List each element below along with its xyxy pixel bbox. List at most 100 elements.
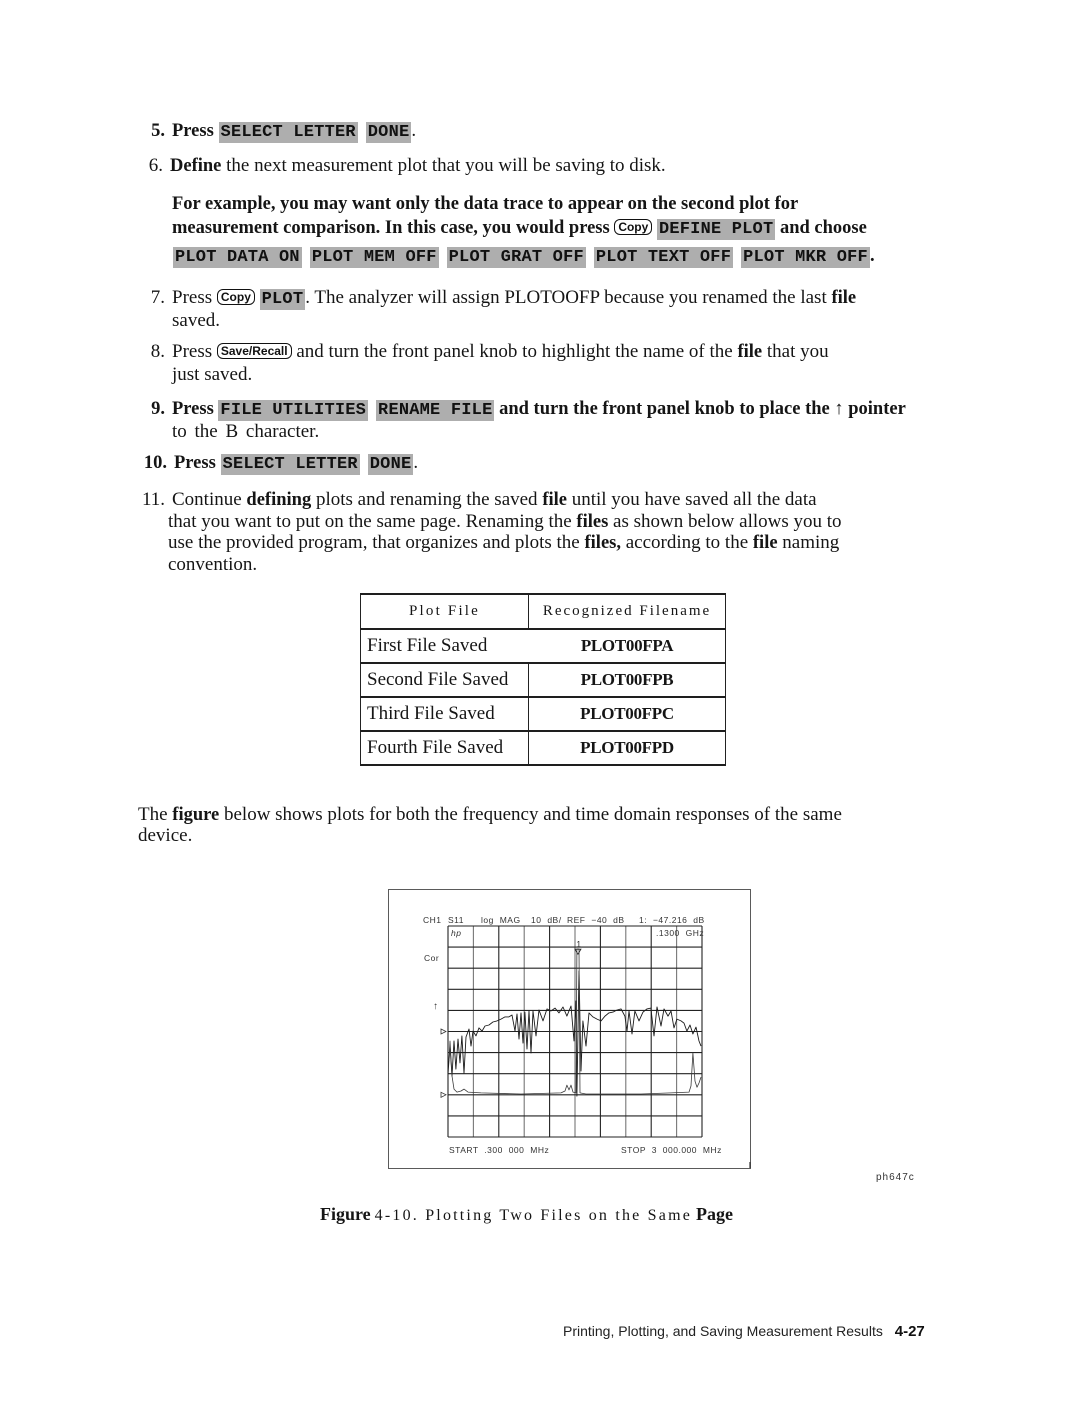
channel-label: CH1: [423, 915, 442, 925]
step-text: Press: [172, 399, 214, 419]
filename-cell: PLOT00FPA: [528, 630, 726, 662]
caption-bold-end: Page: [696, 1204, 733, 1224]
softkey-plot-text-off: PLOT TEXT OFF: [593, 247, 734, 268]
step-9-line-2: to the B character.: [172, 420, 319, 444]
step-text: Press: [172, 121, 214, 141]
step-5: 5. Press SELECT LETTER DONE.: [151, 119, 416, 143]
bold-word: file: [752, 533, 778, 553]
reference-marker-icon: [440, 1091, 447, 1098]
page-number: 4-27: [894, 1323, 925, 1340]
filename-cell: PLOT00FPB: [528, 664, 726, 696]
step-number: 7.: [150, 287, 165, 308]
parameter-label: S11: [448, 915, 464, 925]
reference-label: REF −40 dB: [567, 915, 625, 925]
caption-label: Figure: [320, 1204, 371, 1224]
step-number: 6.: [148, 155, 163, 176]
softkey-plot-data-on: PLOT DATA ON: [173, 247, 302, 268]
step-text: until you have saved all the data: [571, 489, 817, 510]
step-6-example-line-1: For example, you may want only the data …: [172, 192, 798, 216]
column-header-plot-file: Plot File: [360, 595, 528, 628]
bold-word: defining: [246, 490, 312, 510]
intro-text: below shows plots for both the frequency…: [223, 804, 842, 825]
bold-word: file: [542, 490, 567, 510]
bold-word-file: file: [831, 288, 857, 308]
step-text: and turn the front panel knob to highlig…: [296, 341, 733, 362]
format-label: log MAG: [481, 915, 521, 925]
table-row: Second File Saved PLOT00FPB: [360, 664, 726, 698]
step-11: 11. Continue defining plots and renaming…: [142, 488, 817, 512]
scale-label: 10 dB/: [531, 915, 562, 925]
step-6: 6. Define the next measurement plot that…: [149, 154, 666, 178]
marker-frequency: .1300 GHz: [656, 928, 705, 938]
softkey-plot-grat-off: PLOT GRAT OFF: [446, 247, 586, 268]
bold-word: files: [576, 512, 609, 532]
step-text: saved.: [172, 310, 221, 331]
intro-text: device.: [138, 825, 193, 846]
intro-line-1: The figure below shows plots for both th…: [138, 803, 842, 827]
footer-section-title: Printing, Plotting, and Saving Measureme…: [563, 1323, 883, 1339]
hp-logo: hp: [451, 928, 462, 938]
step-8: 8. Press Save/Recall and turn the front …: [151, 340, 829, 364]
step-text: Press: [174, 453, 216, 473]
softkey-rename-file: RENAME FILE: [376, 400, 495, 421]
analyzer-plot-figure: 1 CH1 S11 log MAG 10 dB/ REF −40 dB 1: −…: [388, 889, 751, 1169]
example-text: measurement comparison. In this case, yo…: [172, 218, 610, 238]
intro-text: The: [138, 804, 168, 825]
intro-line-2: device.: [138, 824, 192, 848]
x-stop-label: STOP 3 000.000 MHz: [621, 1145, 722, 1155]
step-10: 10. Press SELECT LETTER DONE.: [144, 451, 418, 475]
example-text: .: [869, 246, 875, 266]
plot-file-cell: Third File Saved: [360, 698, 528, 730]
example-text: and choose: [779, 218, 867, 238]
softkey-select-letter: SELECT LETTER: [220, 454, 360, 475]
example-text: For example, you may want only the data …: [172, 194, 799, 214]
table-row: First File Saved PLOT00FPA: [360, 630, 726, 664]
caption-text: 4-10. Plotting Two Files on the Same: [374, 1207, 693, 1224]
step-number: 10.: [143, 453, 167, 473]
filename-cell: PLOT00FPC: [528, 698, 726, 730]
page-footer: Printing, Plotting, and Saving Measureme…: [563, 1323, 925, 1340]
reference-marker-icon: [440, 1028, 447, 1035]
column-header-recognized-filename: Recognized Filename: [528, 595, 726, 628]
step-text: convention.: [168, 554, 258, 575]
softkey-file-utilities: FILE UTILITIES: [218, 400, 369, 421]
step-7: 7. Press Copy PLOT. The analyzer will as…: [151, 286, 857, 310]
x-start-label: START .300 000 MHz: [449, 1145, 550, 1155]
step-9: 9. Press FILE UTILITIES RENAME FILE and t…: [151, 397, 906, 421]
softkey-done: DONE: [367, 454, 414, 475]
step-11-line-3: use the provided program, that organizes…: [168, 531, 839, 555]
step-number: 11.: [141, 489, 165, 510]
step-text: . The analyzer will assign PLOTOOFP beca…: [305, 287, 827, 308]
plot-file-cell: First File Saved: [360, 630, 528, 662]
step-text: that you want to put on the same page. R…: [168, 511, 572, 532]
manual-page: 5. Press SELECT LETTER DONE. 6. Define th…: [0, 0, 1080, 1408]
bold-word: files,: [584, 533, 621, 553]
step-text: Press: [172, 287, 213, 308]
softkey-plot-mkr-off: PLOT MKR OFF: [741, 247, 870, 268]
step-number: 9.: [151, 399, 165, 419]
step-text: that you: [766, 341, 829, 362]
step-8-line-2: just saved.: [172, 363, 252, 387]
step-text: Press: [172, 341, 213, 362]
step-6-example-line-2: measurement comparison. In this case, yo…: [172, 216, 867, 240]
step-number: 8.: [150, 341, 165, 362]
step-text: according to the: [625, 532, 749, 553]
step-text: naming: [782, 532, 840, 553]
step-7-line-2: saved.: [172, 309, 220, 333]
step-number: 5.: [151, 121, 165, 141]
step-6-example-line-3: PLOT DATA ON PLOT MEM OFF PLOT GRAT OFF PLO…: [173, 244, 875, 268]
plot-file-cell: Fourth File Saved: [360, 732, 528, 764]
pointer-arrow-icon: ↑: [433, 1001, 439, 1012]
step-lead: Define: [170, 156, 222, 176]
hardkey-save-recall: Save/Recall: [216, 343, 292, 359]
step-text: as shown below allows you to: [613, 511, 842, 532]
plot-file-cell: Second File Saved: [360, 664, 528, 696]
step-11-line-4: convention.: [168, 553, 257, 577]
step-text: just saved.: [172, 364, 253, 385]
table-row: Third File Saved PLOT00FPC: [360, 698, 726, 732]
step-text: the next measurement plot that you will …: [226, 155, 666, 176]
filename-table: Plot File Recognized Filename First File…: [360, 593, 726, 766]
softkey-select-letter: SELECT LETTER: [218, 122, 358, 143]
step-text: plots and renaming the saved: [315, 489, 538, 510]
step-text: to the B character.: [172, 421, 320, 442]
